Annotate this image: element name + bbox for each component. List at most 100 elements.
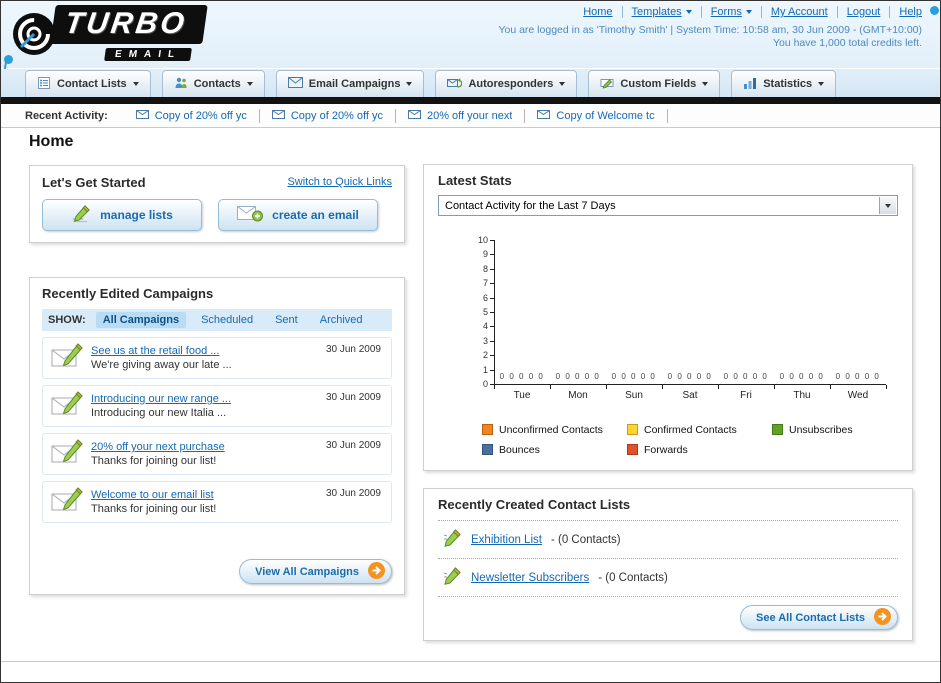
top-link-label: Logout [846, 6, 881, 18]
chevron-down-icon [745, 10, 752, 14]
contact-list-link[interactable]: Newsletter Subscribers [471, 572, 589, 584]
envelope-pencil-icon [51, 486, 91, 519]
campaign-title-link[interactable]: 20% off your next purchase [91, 441, 225, 453]
campaign-date: 30 Jun 2009 [325, 392, 381, 403]
recent-activity-item[interactable]: Copy of 20% off yc [260, 108, 396, 123]
contacts-icon [174, 76, 188, 93]
legend-item: Forwards [627, 442, 772, 457]
stats-period-select[interactable]: Contact Activity for the Last 7 Days [438, 195, 898, 216]
recent-contact-lists-title: Recently Created Contact Lists [438, 497, 631, 512]
manage-lists-button[interactable]: manage lists [42, 199, 202, 231]
contact-list-link[interactable]: Exhibition List [471, 534, 542, 546]
envelope-icon [271, 109, 285, 122]
filter-all-campaigns[interactable]: All Campaigns [95, 312, 187, 328]
bar-value-labels: 0 0 0 0 0 [835, 372, 881, 381]
legend-label: Bounces [499, 443, 540, 456]
chart-x-axis [494, 384, 886, 385]
nav-tab-label: Contact Lists [57, 78, 127, 90]
y-tick-mark [490, 340, 494, 342]
nav-tab-statistics[interactable]: Statistics [731, 70, 837, 97]
campaign-title-link[interactable]: Welcome to our email list [91, 489, 216, 501]
recent-activity-item[interactable]: Copy of 20% off yc [124, 108, 260, 123]
filter-sent[interactable]: Sent [268, 312, 305, 328]
y-tick-label: 10 [477, 235, 488, 245]
y-tick-mark [490, 283, 494, 285]
x-tick-label: Wed [847, 390, 869, 401]
top-link-help[interactable]: Help [889, 6, 922, 18]
campaign-title-link[interactable]: See us at the retail food ... [91, 345, 232, 357]
chevron-down-icon [406, 82, 413, 86]
y-tick-label: 2 [482, 350, 488, 361]
y-tick-mark [490, 326, 494, 328]
recent-activity-item[interactable]: Copy of Welcome tc [525, 108, 668, 123]
recent-activity-bar: Recent Activity: Copy of 20% off yc Copy… [1, 104, 940, 128]
recent-campaigns-panel: Recently Edited Campaigns SHOW: All Camp… [29, 277, 405, 595]
campaign-subtitle: Introducing our new Italia ... [91, 407, 227, 419]
campaign-text: See us at the retail food ... We're givi… [91, 345, 232, 371]
x-tick-mark [718, 385, 719, 389]
logo-text-email: EMAIL [104, 48, 193, 61]
y-tick-mark [490, 297, 494, 299]
nav-tab-contacts[interactable]: Contacts [161, 70, 265, 97]
envelope-pencil-icon [51, 390, 91, 423]
chevron-down-icon [818, 82, 825, 86]
contact-list-detail: - (0 Contacts) [550, 533, 621, 546]
x-tick-mark [550, 385, 551, 389]
header: TURBO EMAIL Home Templates Forms My Acco… [1, 1, 940, 68]
recent-campaigns-title: Recently Edited Campaigns [42, 286, 214, 301]
get-started-buttons: manage lists create an email [42, 199, 392, 231]
view-all-campaigns-button[interactable]: View All Campaigns [239, 559, 392, 584]
bar-value-labels: 0 0 0 0 0 [667, 372, 713, 381]
campaign-title-link[interactable]: Introducing our new range ... [91, 393, 231, 405]
see-all-contact-lists-button[interactable]: See All Contact Lists [739, 605, 898, 630]
x-tick-mark [886, 385, 887, 389]
top-nav: Home Templates Forms My Account Logout H… [583, 6, 922, 18]
recent-activity-text: 20% off your next [426, 109, 513, 122]
nav-tab-email-campaigns[interactable]: Email Campaigns [275, 70, 425, 97]
stats-period-selected-option: Contact Activity for the Last 7 Days [445, 199, 616, 212]
nav-tab-custom-fields[interactable]: Custom Fields [588, 70, 721, 97]
arrow-right-circle-icon [874, 607, 891, 628]
contact-lists-icon [37, 76, 51, 93]
campaign-row: Welcome to our email list Thanks for joi… [42, 481, 392, 523]
campaign-text: Welcome to our email list Thanks for joi… [91, 489, 216, 515]
top-link-my-account[interactable]: My Account [760, 6, 828, 18]
legend-swatch [627, 424, 638, 435]
top-link-logout[interactable]: Logout [836, 6, 881, 18]
main-nav: Contact Lists Contacts Email Campaigns A… [1, 69, 940, 97]
x-tick-mark [494, 385, 495, 389]
nav-tab-label: Email Campaigns [308, 78, 401, 90]
chart-legend: Unconfirmed Contacts Confirmed Contacts Un… [482, 422, 927, 462]
nav-tab-contact-lists[interactable]: Contact Lists [25, 70, 151, 97]
top-link-home[interactable]: Home [583, 6, 612, 18]
envelope-icon [537, 109, 551, 122]
contact-list-items: Exhibition List - (0 Contacts) Newslette… [438, 520, 898, 597]
envelope-pencil-icon [51, 342, 91, 375]
filter-archived[interactable]: Archived [313, 312, 370, 328]
x-tick-mark [830, 385, 831, 389]
switch-quick-links-link[interactable]: Switch to Quick Links [287, 176, 392, 188]
see-all-contact-lists-label: See All Contact Lists [755, 611, 865, 624]
nav-tab-label: Statistics [763, 78, 813, 90]
nav-tab-label: Contacts [193, 78, 241, 90]
x-tick-label: Fri [740, 390, 752, 401]
contact-activity-chart: 0 1 2 3 4 5 6 7 8 9 10 0 0 0 0 0 Tue 0 0 0 0 0 Mon 0 0 … [438, 232, 898, 412]
chart-y-axis [494, 240, 495, 384]
bar-value-labels: 0 0 0 0 0 [611, 372, 657, 381]
legend-item: Confirmed Contacts [627, 422, 772, 437]
envelope-plus-icon [237, 205, 264, 225]
top-link-templates[interactable]: Templates [621, 6, 692, 18]
campaign-subtitle: We're giving away our late ... [91, 359, 232, 371]
x-tick-mark [606, 385, 607, 389]
y-tick-mark [490, 369, 494, 371]
y-tick-label: 7 [482, 278, 488, 289]
nav-tab-autoresponders[interactable]: Autoresponders [435, 70, 578, 97]
recent-activity-label: Recent Activity: [25, 109, 108, 122]
filter-scheduled[interactable]: Scheduled [194, 312, 260, 328]
y-tick-label: 0 [482, 379, 488, 389]
recent-activity-item[interactable]: 20% off your next [396, 108, 526, 123]
top-link-forms[interactable]: Forms [700, 6, 752, 18]
x-tick-label: Tue [513, 390, 531, 401]
create-email-button[interactable]: create an email [218, 199, 378, 231]
app-logo[interactable]: TURBO EMAIL [11, 5, 208, 62]
